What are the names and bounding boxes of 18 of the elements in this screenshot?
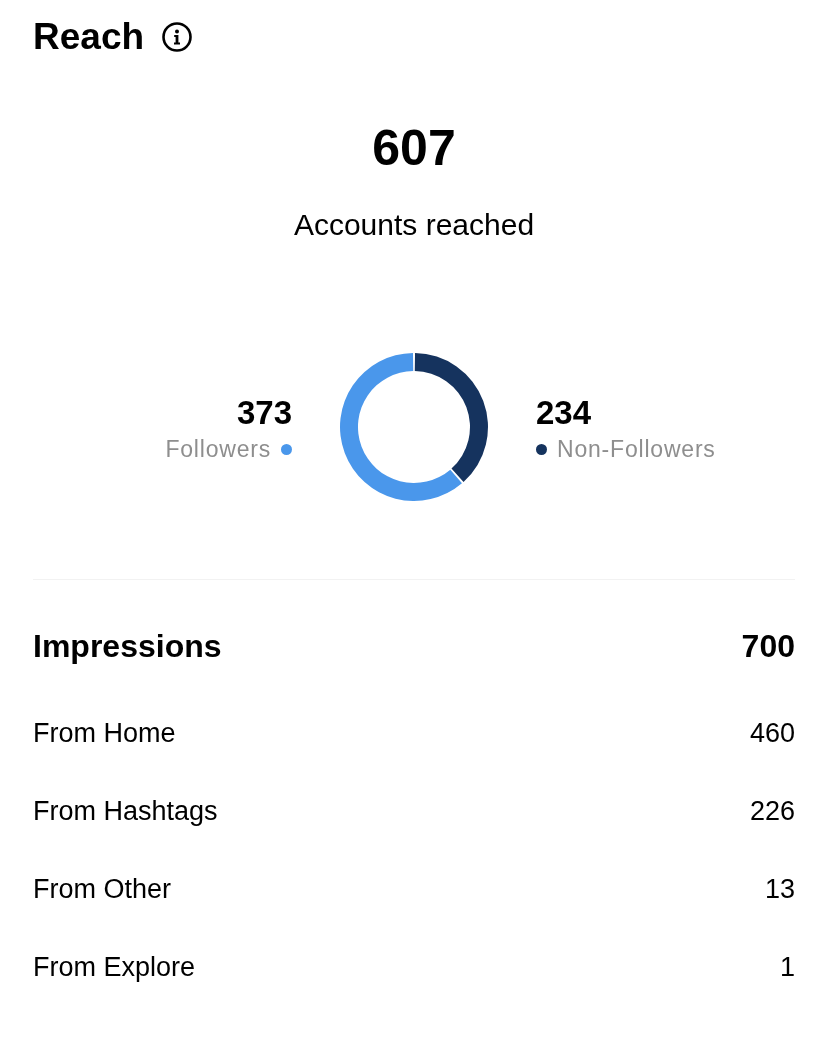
source-value: 460 — [749, 717, 795, 750]
source-value: 13 — [764, 873, 795, 906]
source-label: From Home — [33, 717, 176, 750]
source-label: From Explore — [33, 951, 196, 984]
reach-caption: Accounts reached — [293, 207, 535, 243]
legend-value: 373 — [236, 394, 292, 432]
source-value: 226 — [749, 795, 795, 828]
impressions-total: 700 — [741, 627, 795, 666]
source-label: From Hashtags — [33, 795, 218, 828]
section-title: Reach — [33, 15, 145, 59]
legend-value: 234 — [536, 394, 592, 432]
legend-label: Non-Followers — [557, 435, 716, 464]
source-label: From Other — [33, 873, 172, 906]
legend-label: Followers — [165, 435, 271, 464]
source-value: 1 — [779, 951, 795, 984]
reach-total: 607 — [372, 119, 456, 178]
info-icon[interactable] — [162, 22, 193, 52]
impressions-label: Impressions — [33, 627, 222, 666]
